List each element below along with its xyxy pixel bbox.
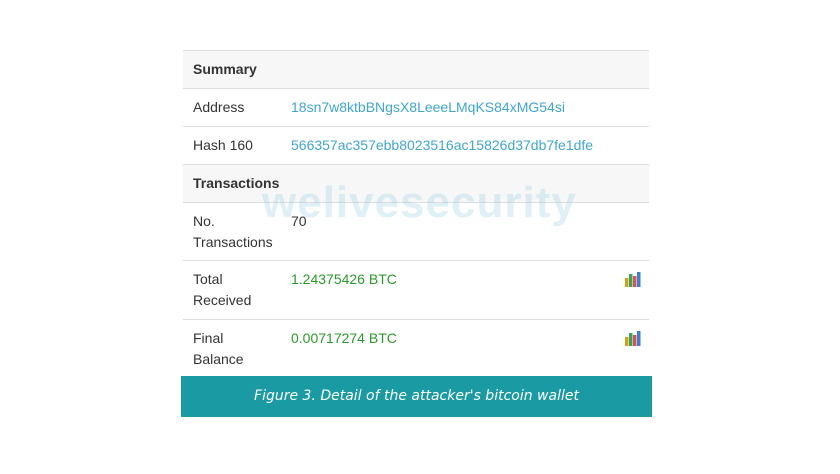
total-received-row: Total Received 1.24375426 BTC [183,260,649,319]
wallet-table: Summary Address 18sn7w8ktbBNgsX8LeeeLMqK… [183,50,649,376]
final-balance-label-line2: Balance [193,351,244,367]
final-balance-label-line1: Final [193,330,224,346]
no-transactions-label-line1: No. [193,213,215,229]
no-transactions-label: No. Transactions [193,211,273,253]
hash160-label: Hash 160 [193,137,253,153]
hash160-row: Hash 160 566357ac357ebb8023516ac15826d37… [183,126,649,164]
address-row: Address 18sn7w8ktbBNgsX8LeeeLMqKS84xMG54… [183,88,649,126]
summary-heading: Summary [193,61,257,77]
total-received-label-line2: Received [193,292,252,308]
hash160-link[interactable]: 566357ac357ebb8023516ac15826d37db7fe1dfe [291,135,593,156]
bar-chart-icon[interactable] [625,272,641,287]
figure-caption: Figure 3. Detail of the attacker's bitco… [181,376,652,417]
transactions-heading: Transactions [193,175,280,191]
no-transactions-row: No. Transactions 70 [183,202,649,260]
total-received-value: 1.24375426 BTC [291,271,397,287]
total-received-label: Total Received [193,269,251,311]
final-balance-label: Final Balance [193,328,244,370]
final-balance-row: Final Balance 0.00717274 BTC [183,319,649,376]
total-received-label-line1: Total [193,271,223,287]
summary-header: Summary [183,50,649,88]
no-transactions-label-line2: Transactions [193,234,273,250]
no-transactions-value: 70 [291,213,307,229]
final-balance-value: 0.00717274 BTC [291,330,397,346]
address-label: Address [193,99,245,115]
transactions-header: Transactions [183,164,649,202]
bar-chart-icon[interactable] [625,331,641,346]
address-link[interactable]: 18sn7w8ktbBNgsX8LeeeLMqKS84xMG54si [291,97,565,118]
